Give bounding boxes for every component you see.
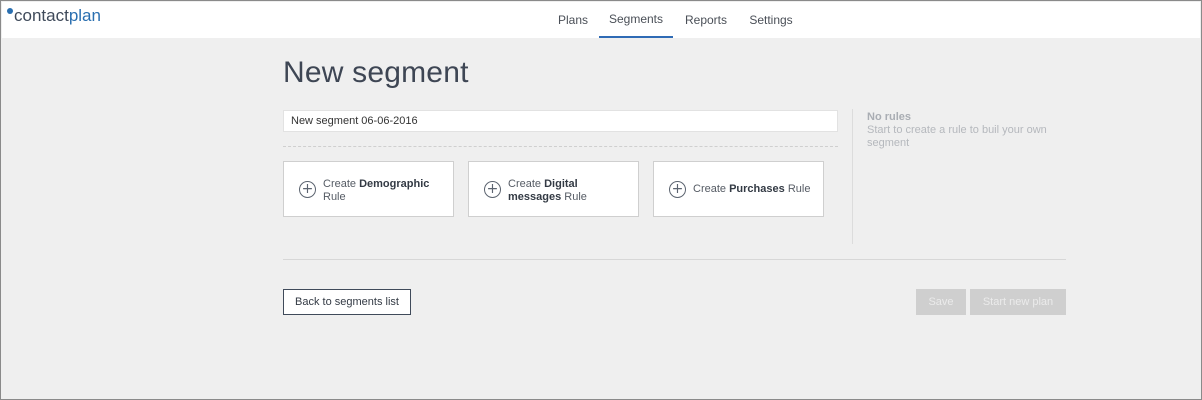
card-label-suffix: Rule [564,191,587,203]
plus-circle-icon: + [669,181,686,198]
card-label: Create Digital messages Rule [508,178,628,204]
card-label-suffix: Rule [323,191,346,203]
nav-tab-label: Settings [749,13,793,27]
nav-tab-label: Reports [684,13,728,27]
nav-tab-settings[interactable]: Settings [742,2,800,38]
card-label-bold: Demographic [359,178,430,190]
plus-circle-icon: + [484,181,501,198]
create-digital-messages-rule-card[interactable]: + Create Digital messages Rule [468,161,639,217]
back-to-segments-button[interactable]: Back to segments list [283,289,411,315]
save-button[interactable]: Save [916,289,966,315]
no-rules-title: No rules [867,111,912,123]
nav-tab-reports[interactable]: Reports [678,2,734,38]
card-label-prefix: Create [323,178,357,190]
nav-tab-label: Segments [608,12,664,26]
top-bar: contactplan Plans Segments Reports Setti… [2,2,1200,38]
sidebar-divider [852,109,853,244]
page-title: New segment [283,56,469,89]
main-nav: Plans Segments Reports Settings [2,2,1200,38]
create-purchases-rule-card[interactable]: + Create Purchases Rule [653,161,824,217]
actions-divider [283,259,1066,260]
nav-tab-segments[interactable]: Segments [599,2,673,38]
card-label-prefix: Create [693,183,727,195]
card-label-suffix: Rule [787,183,811,195]
segment-name-input[interactable] [283,110,838,132]
card-label: Create Purchases Rule [693,183,810,196]
start-new-plan-button[interactable]: Start new plan [970,289,1066,315]
no-rules-description: Start to create a rule to buil your own … [867,124,1047,149]
nav-tab-plans[interactable]: Plans [547,2,599,38]
create-demographic-rule-card[interactable]: + Create Demographic Rule [283,161,454,217]
nav-tab-label: Plans [557,13,589,27]
plus-circle-icon: + [299,181,316,198]
app-window: contactplan Plans Segments Reports Setti… [0,0,1202,400]
card-label-prefix: Create [508,178,542,190]
card-label: Create Demographic Rule [323,178,429,204]
dashed-divider [283,146,838,147]
card-label-bold: Purchases [729,183,785,195]
